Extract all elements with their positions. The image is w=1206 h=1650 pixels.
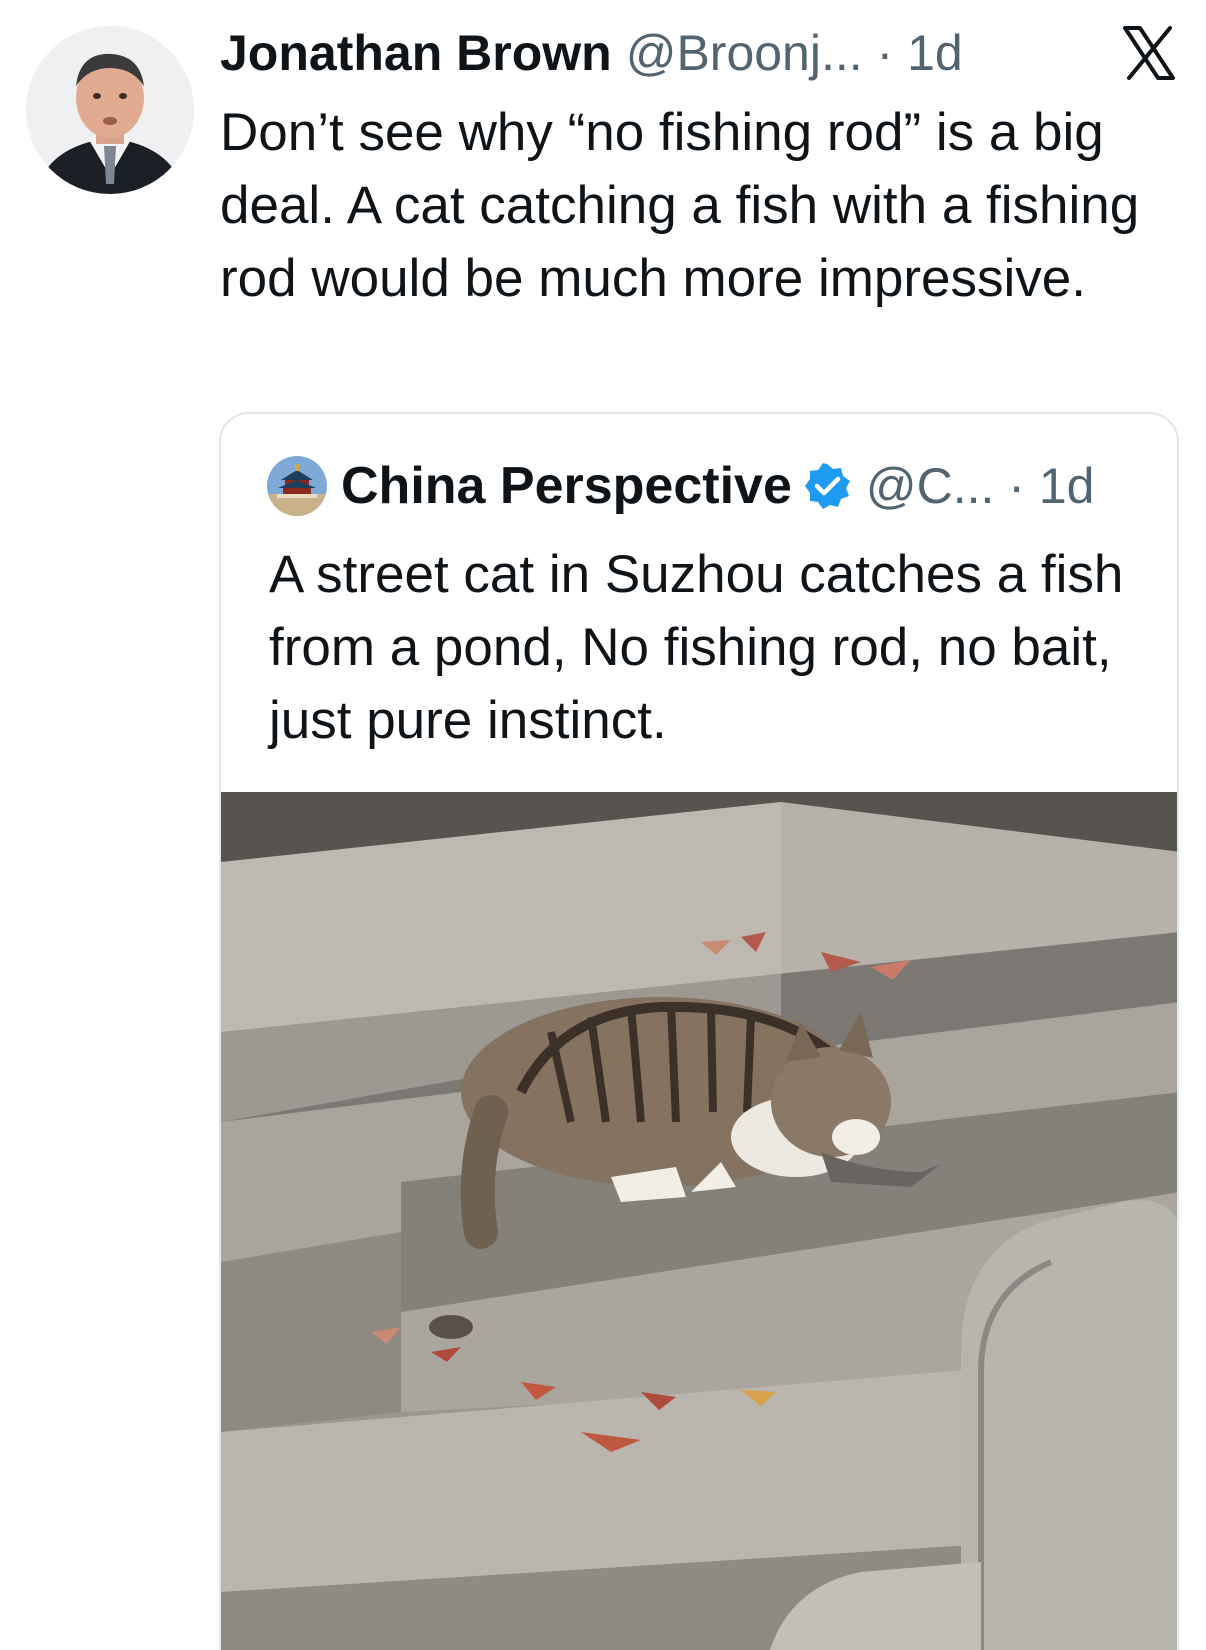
quoted-tweet-header: China Perspective @C... · 1d <box>267 450 1094 522</box>
tweet-text: Don’t see why “no fishing rod” is a big … <box>220 103 1140 308</box>
temple-avatar-image <box>267 456 327 516</box>
author-handle-time[interactable]: @Broonj... · 1d <box>626 24 963 82</box>
author-name[interactable]: Jonathan Brown <box>220 24 612 82</box>
tweet-media-image[interactable] <box>221 792 1179 1650</box>
tweet-header: Jonathan Brown @Broonj... · 1d <box>220 18 963 88</box>
quoted-handle-time[interactable]: @C... · 1d <box>866 457 1095 515</box>
quoted-tweet-text: A street cat in Suzhou catches a fish fr… <box>269 545 1124 750</box>
quoted-tweet-card[interactable]: China Perspective @C... · 1d A street ca… <box>219 412 1179 1650</box>
author-avatar-image <box>26 26 194 194</box>
author-avatar[interactable] <box>26 26 194 194</box>
quoted-author-name[interactable]: China Perspective <box>341 456 792 516</box>
x-logo-icon[interactable] <box>1120 24 1178 82</box>
quoted-author-avatar[interactable] <box>267 456 327 516</box>
verified-badge-icon <box>804 463 850 509</box>
